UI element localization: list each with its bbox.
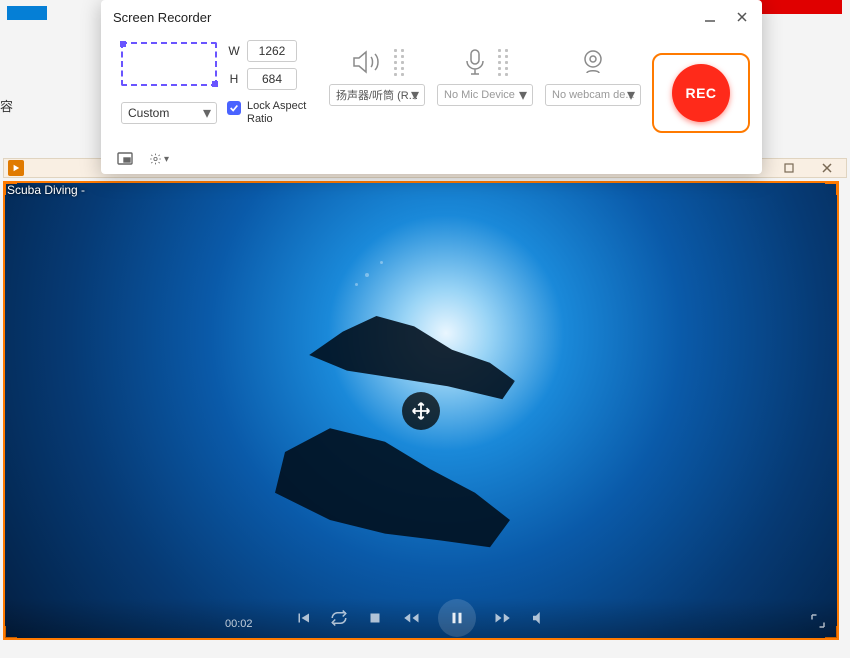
microphone-icon — [462, 47, 488, 77]
gear-icon — [149, 151, 162, 167]
vc-fullscreen-icon[interactable] — [809, 612, 827, 630]
player-maximize-button[interactable] — [782, 161, 796, 175]
settings-button[interactable]: ▾ — [149, 149, 169, 169]
capture-handle-tr[interactable] — [825, 181, 839, 195]
vc-loop-icon[interactable] — [330, 609, 348, 627]
capture-overlay-title: Scuba Diving - — [7, 183, 85, 197]
panel-title: Screen Recorder — [113, 10, 211, 25]
lock-aspect-checkbox[interactable] — [227, 101, 241, 115]
vc-rewind-icon[interactable] — [402, 609, 420, 627]
record-frame: REC — [652, 53, 750, 133]
mic-select[interactable]: No Mic Device ▾ — [437, 84, 533, 106]
webcam-icon — [578, 47, 608, 77]
bubble — [365, 273, 369, 277]
audio-level-icon — [394, 49, 404, 76]
region-preset-select[interactable]: Custom — [121, 102, 217, 124]
height-label: H — [227, 72, 241, 86]
record-section: REC — [647, 40, 755, 144]
speaker-icon — [350, 47, 384, 77]
audio-out-section: 扬声器/听筒 (R... ▾ — [323, 40, 431, 144]
minimize-button[interactable] — [702, 9, 718, 25]
video-controls: 00:02 — [5, 598, 837, 638]
lock-aspect-label: Lock Aspect Ratio — [247, 100, 319, 126]
panel-titlebar[interactable]: Screen Recorder — [101, 0, 762, 34]
region-preview[interactable] — [121, 42, 217, 86]
record-button[interactable]: REC — [672, 64, 730, 122]
vc-prev-icon[interactable] — [294, 609, 312, 627]
playback-time: 00:02 — [225, 618, 253, 630]
webcam-select[interactable]: No webcam de... ▾ — [545, 84, 641, 106]
width-label: W — [227, 44, 241, 58]
region-section: W H Custom ▾ — [113, 40, 319, 144]
chevron-down-icon: ▾ — [164, 154, 169, 165]
record-label: REC — [685, 85, 716, 101]
player-close-button[interactable] — [820, 161, 834, 175]
bg-sidebar-fragment: 容 — [0, 96, 13, 115]
mic-section: No Mic Device ▾ — [431, 40, 539, 144]
vc-forward-icon[interactable] — [494, 609, 512, 627]
scuba-diver-silhouette — [265, 418, 515, 588]
capture-region[interactable]: Scuba Diving - 00:02 — [3, 181, 839, 640]
screen-recorder-panel: Screen Recorder W H — [101, 0, 762, 174]
close-button[interactable] — [734, 9, 750, 25]
width-input[interactable] — [247, 40, 297, 62]
vc-pause-button[interactable] — [438, 599, 476, 637]
mic-level-icon — [498, 49, 508, 76]
vc-volume-icon[interactable] — [530, 609, 548, 627]
bubble — [380, 261, 383, 264]
bg-red-tag — [752, 0, 842, 14]
height-input[interactable] — [247, 68, 297, 90]
panel-footer: ▾ — [101, 144, 762, 174]
pip-icon[interactable] — [115, 149, 135, 169]
vc-stop-icon[interactable] — [366, 609, 384, 627]
move-handle-icon[interactable] — [402, 392, 440, 430]
webcam-section: No webcam de... ▾ — [539, 40, 647, 144]
bubble — [355, 283, 358, 286]
player-app-icon — [8, 160, 24, 176]
audio-out-select[interactable]: 扬声器/听筒 (R... ▾ — [329, 84, 425, 106]
bg-blue-tag — [7, 6, 47, 20]
